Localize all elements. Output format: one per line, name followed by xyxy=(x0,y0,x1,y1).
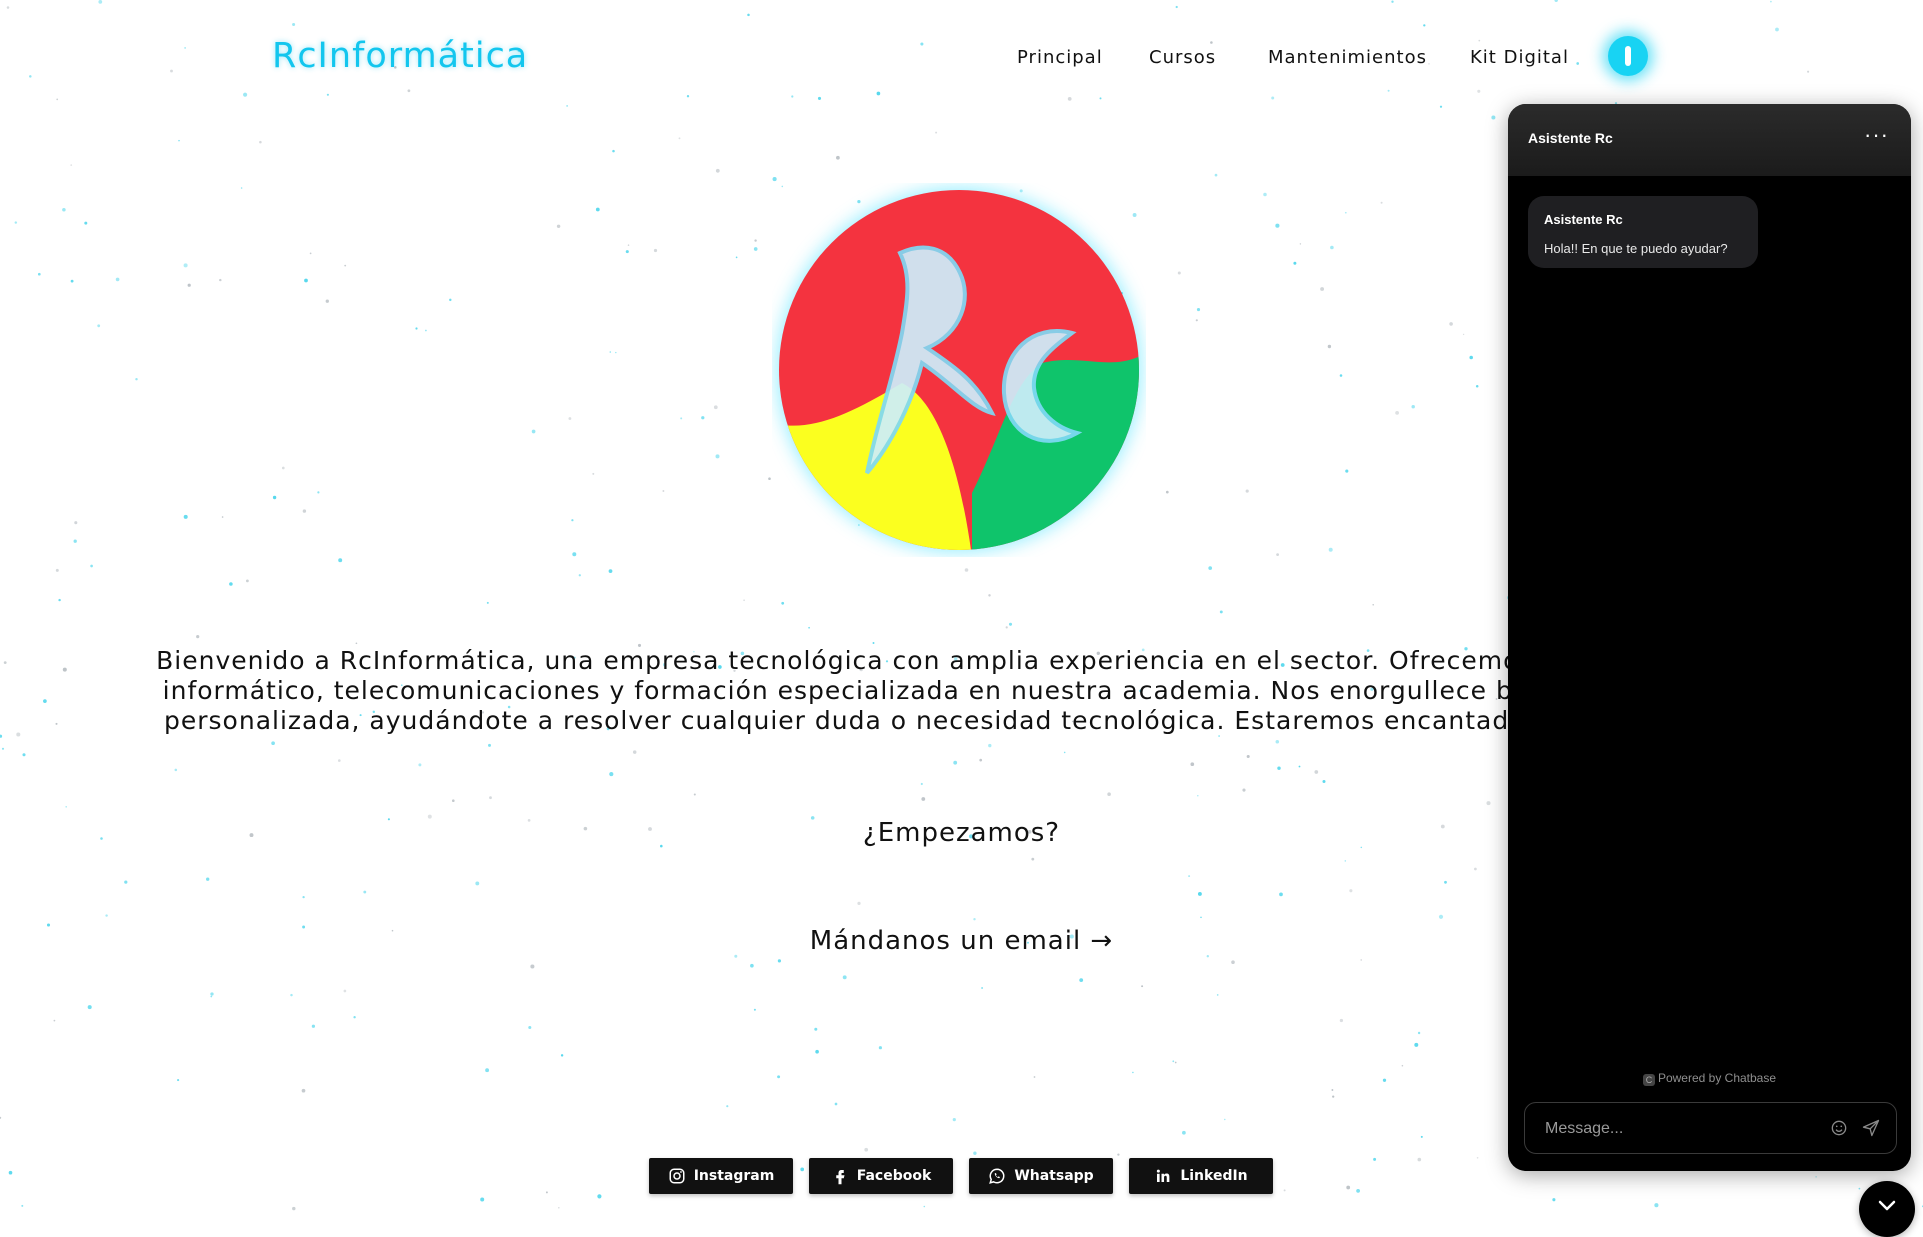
more-icon[interactable]: ··· xyxy=(1864,122,1889,148)
whatsapp-button[interactable]: Whatsapp xyxy=(969,1158,1113,1194)
chatbase-icon: C xyxy=(1642,1074,1655,1086)
nav-item-mantenimientos[interactable]: Mantenimientos xyxy=(1268,47,1427,68)
intro-line: informático, telecomunicaciones y formac… xyxy=(162,676,1594,705)
chat-message-text: Hola!! En que te puedo ayudar? xyxy=(1544,241,1728,256)
toggle-icon xyxy=(1625,46,1631,66)
send-icon[interactable] xyxy=(1861,1118,1881,1138)
chat-input-box xyxy=(1524,1102,1897,1154)
chat-widget: Asistente Rc ··· Asistente Rc Hola!! En … xyxy=(1508,104,1911,1171)
chat-header: Asistente Rc ··· xyxy=(1508,104,1911,176)
intro-paragraph: Bienvenido a RcInformática, una empresa … xyxy=(98,646,1658,736)
powered-by[interactable]: C Powered by Chatbase xyxy=(1508,1071,1911,1086)
whatsapp-icon xyxy=(989,1168,1005,1184)
nav-item-kit-digital[interactable]: Kit Digital xyxy=(1470,47,1569,68)
brand-logo-text[interactable]: RcInformática xyxy=(272,36,528,76)
nav-item-principal[interactable]: Principal xyxy=(1017,47,1103,68)
chat-message-input[interactable] xyxy=(1543,1115,1807,1143)
chat-launcher-button[interactable] xyxy=(1859,1181,1915,1237)
facebook-label: Facebook xyxy=(856,1168,932,1184)
emoji-icon[interactable] xyxy=(1829,1118,1849,1138)
linkedin-icon xyxy=(1157,1169,1170,1182)
linkedin-button[interactable]: LinkedIn xyxy=(1129,1158,1273,1194)
chat-message-author: Asistente Rc xyxy=(1544,212,1623,227)
chevron-down-icon xyxy=(1878,1200,1896,1211)
linkedin-label: LinkedIn xyxy=(1180,1168,1248,1184)
facebook-icon xyxy=(835,1170,845,1185)
instagram-label: Instagram xyxy=(693,1168,775,1184)
powered-by-label: Powered by Chatbase xyxy=(1657,1071,1777,1085)
instagram-icon xyxy=(669,1168,685,1184)
intro-line: Bienvenido a RcInformática, una empresa … xyxy=(156,646,1600,675)
rc-logo xyxy=(777,188,1141,552)
instagram-button[interactable]: Instagram xyxy=(649,1158,793,1194)
facebook-button[interactable]: Facebook xyxy=(809,1158,953,1194)
chat-message: Asistente Rc Hola!! En que te puedo ayud… xyxy=(1528,196,1758,268)
intro-line: personalizada, ayudándote a resolver cua… xyxy=(164,706,1526,735)
nav-item-cursos[interactable]: Cursos xyxy=(1149,47,1216,68)
theme-toggle-button[interactable] xyxy=(1608,36,1648,76)
whatsapp-label: Whatsapp xyxy=(1014,1168,1094,1184)
chat-title: Asistente Rc xyxy=(1528,130,1613,146)
